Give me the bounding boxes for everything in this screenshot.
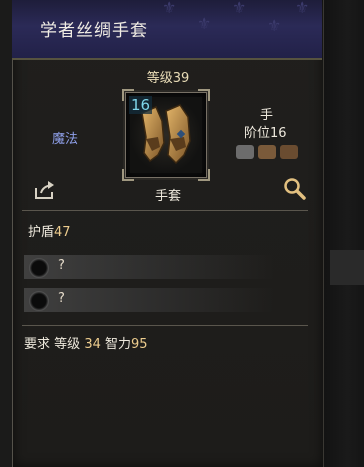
item-slot-label: 手 — [260, 108, 274, 123]
requirement-badges — [236, 145, 298, 159]
requirements-prefix: 要求 — [24, 337, 51, 352]
empty-socket-icon — [29, 291, 49, 311]
socket-label: ? — [58, 291, 65, 306]
socket-row[interactable]: ? — [24, 255, 274, 279]
armor-value: 47 — [54, 225, 71, 240]
item-title: 学者丝绸手套 — [40, 21, 148, 41]
grey-badge-icon — [236, 145, 254, 159]
socket-label: ? — [58, 258, 65, 273]
fleur-decoration-icon: ⚜ — [295, 0, 310, 17]
brown-badge-icon — [280, 145, 298, 159]
frame-corner — [122, 169, 134, 181]
armor-label: 护盾 — [28, 225, 55, 240]
frame-corner — [198, 169, 210, 181]
requirement-int-label: 智力 — [105, 337, 132, 352]
frame-corner — [198, 89, 210, 101]
item-level-badge: 16 — [129, 96, 153, 114]
empty-socket-icon — [29, 258, 49, 278]
magnifier-icon[interactable] — [282, 176, 306, 200]
requirements-line: 要求 等级 34 智力95 — [24, 333, 148, 352]
background-block — [330, 250, 364, 285]
fleur-decoration-icon: ⚜ — [267, 16, 282, 35]
item-icon-frame[interactable]: 16 — [122, 89, 210, 181]
item-tier-label: 阶位16 — [244, 126, 287, 141]
tooltip-header: ⚜ ⚜ ⚜ ⚜ ⚜ 学者丝绸手套 — [12, 0, 322, 60]
rarity-label: 魔法 — [52, 132, 79, 147]
brown-badge-icon — [258, 145, 276, 159]
socket-row[interactable]: ? — [24, 288, 274, 312]
requirement-level-label: 等级 — [54, 337, 81, 352]
share-icon[interactable] — [34, 180, 56, 200]
fleur-decoration-icon: ⚜ — [232, 0, 247, 17]
requirement-level-value: 34 — [84, 337, 101, 352]
item-level-requirement: 等级39 — [146, 71, 190, 86]
divider — [22, 210, 308, 211]
fleur-decoration-icon: ⚜ — [162, 0, 177, 17]
divider — [22, 325, 308, 326]
requirement-int-value: 95 — [131, 337, 148, 352]
armor-stat: 护盾47 — [28, 221, 71, 240]
fleur-decoration-icon: ⚜ — [197, 14, 212, 33]
